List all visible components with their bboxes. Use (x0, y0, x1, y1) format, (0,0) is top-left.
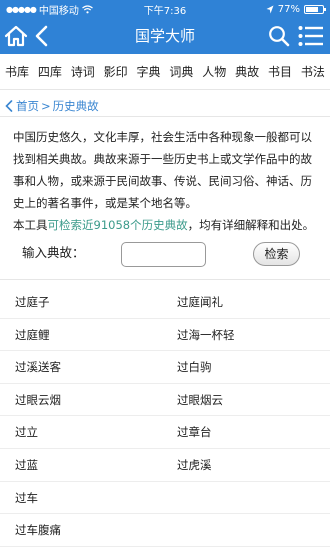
carrier-name: 中国移动 (38, 5, 79, 17)
signal-icon: ●●●●● (6, 4, 37, 14)
tab-siku[interactable]: 四库 (37, 61, 63, 82)
tab-shufa[interactable]: 书法 (300, 61, 326, 82)
list-item[interactable]: 过庭闻礼 (177, 286, 223, 318)
category-tabs: 书库 四库 诗词 影印 字典 词典 人物 典故 书目 书法 (0, 54, 330, 90)
list-row: 过蓝 过虎溪 (0, 449, 330, 482)
status-bar: ●●●●● 中国移动 下午7:36 77% (0, 0, 330, 18)
list-row: 过车腹痛 (0, 514, 330, 547)
nav-bar: 国学大师 (0, 18, 330, 54)
list-row: 过庭子 过庭闻礼 (0, 286, 330, 319)
list-row: 过眼云烟 过眼烟云 (0, 384, 330, 417)
results-list: 过庭子 过庭闻礼过庭鲤 过海一杯轻过溪送客 过白驹过眼云烟 过眼烟云过立 过章台过蓝 过虎溪… (0, 286, 330, 547)
battery-percent: 77% (277, 3, 300, 15)
tab-yingyin[interactable]: 影印 (103, 61, 129, 82)
list-item[interactable]: 过虎溪 (177, 449, 212, 481)
list-item[interactable]: 过海一杯轻 (177, 319, 235, 351)
tab-renwu[interactable]: 人物 (201, 61, 227, 82)
search-button[interactable]: 检索 (253, 242, 300, 266)
breadcrumb-home[interactable]: 首页 (16, 98, 39, 114)
divider (0, 279, 330, 280)
status-time: 下午7:36 (143, 5, 187, 17)
menu-icon[interactable] (298, 25, 324, 47)
summary-suffix: ，均有详细解释和出处。 (187, 218, 315, 232)
search-label: 输入典故： (22, 245, 85, 260)
search-icon[interactable] (268, 25, 290, 47)
battery-fill (306, 6, 318, 12)
list-item[interactable]: 过立 (15, 416, 38, 448)
tab-zidian[interactable]: 字典 (136, 61, 162, 82)
search-input[interactable] (121, 242, 206, 267)
list-row: 过立 过章台 (0, 416, 330, 449)
list-item[interactable]: 过白驹 (177, 351, 212, 383)
list-item[interactable]: 过庭鲤 (15, 319, 50, 351)
list-row: 过车 (0, 482, 330, 515)
list-item[interactable]: 过眼云烟 (15, 384, 61, 416)
list-row: 过庭鲤 过海一杯轻 (0, 319, 330, 352)
location-icon (266, 5, 274, 13)
list-item[interactable]: 过车 (15, 482, 38, 514)
list-item[interactable]: 过车腹痛 (15, 514, 61, 546)
list-item[interactable]: 过溪送客 (15, 351, 61, 383)
summary-highlight: 可检索近91058个历史典故 (47, 218, 188, 232)
breadcrumb-separator: > (41, 99, 51, 113)
tab-shumu[interactable]: 书目 (267, 61, 293, 82)
breadcrumb: 首页 > 历史典故 (4, 97, 99, 115)
back-icon[interactable] (34, 25, 50, 47)
tab-diangu[interactable]: 典故 (234, 61, 260, 82)
chevron-left-icon[interactable] (4, 100, 14, 112)
breadcrumb-current[interactable]: 历史典故 (53, 98, 99, 114)
list-item[interactable]: 过眼烟云 (177, 384, 223, 416)
home-icon[interactable] (4, 24, 28, 48)
tab-shici[interactable]: 诗词 (70, 61, 96, 82)
list-item[interactable]: 过蓝 (15, 449, 38, 481)
search-row: 输入典故： 检索 (0, 240, 330, 268)
status-right: 77% (195, 3, 326, 15)
status-left: ●●●●● 中国移动 (6, 2, 135, 17)
tab-cidian[interactable]: 词典 (168, 61, 194, 82)
battery-icon (304, 4, 326, 14)
summary-prefix: 本工具 (13, 218, 48, 232)
description-paragraph: 中国历史悠久，文化丰厚，社会生活中各种现象一般都可以找到相关典故。典故来源于一些… (13, 130, 312, 210)
list-row: 过溪送客 过白驹 (0, 351, 330, 384)
list-item[interactable]: 过章台 (177, 416, 212, 448)
tab-shuku[interactable]: 书库 (4, 61, 30, 82)
description-summary: 本工具可检索近91058个历史典故，均有详细解释和出处。 (13, 214, 323, 236)
list-item[interactable]: 过庭子 (15, 286, 50, 318)
wifi-icon (82, 4, 93, 13)
divider (0, 116, 330, 117)
